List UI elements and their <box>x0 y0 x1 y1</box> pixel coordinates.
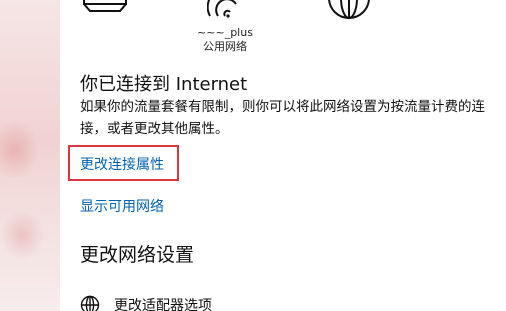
change-adapter-options-item[interactable]: 更改适配器选项 <box>80 293 212 311</box>
network-type: 公用网络 <box>203 40 247 53</box>
network-status-page: ~~~_plus 公用网络 你已连接到 Internet 如果你的流量套餐有限制… <box>0 0 506 311</box>
change-network-settings-title: 更改网络设置 <box>80 244 195 266</box>
computer-icon <box>83 0 127 12</box>
settings-content-pane: ~~~_plus 公用网络 你已连接到 Internet 如果你的流量套餐有限制… <box>60 0 506 311</box>
connection-status-heading: 你已连接到 Internet <box>80 74 248 95</box>
globe-icon <box>328 0 370 19</box>
adapter-globe-icon <box>80 295 100 311</box>
show-available-networks-link[interactable]: 显示可用网络 <box>80 196 164 216</box>
change-adapter-options-label: 更改适配器选项 <box>114 298 212 311</box>
connection-status-description: 如果你的流量套餐有限制，则你可以将此网络设置为按流量计费的连接，或者更改其他属性… <box>80 99 485 137</box>
background-wallpaper-strip <box>0 0 60 311</box>
wifi-icon <box>207 0 237 18</box>
network-name: ~~~_plus <box>197 26 253 39</box>
change-connection-properties-link[interactable]: 更改连接属性 <box>80 154 164 174</box>
